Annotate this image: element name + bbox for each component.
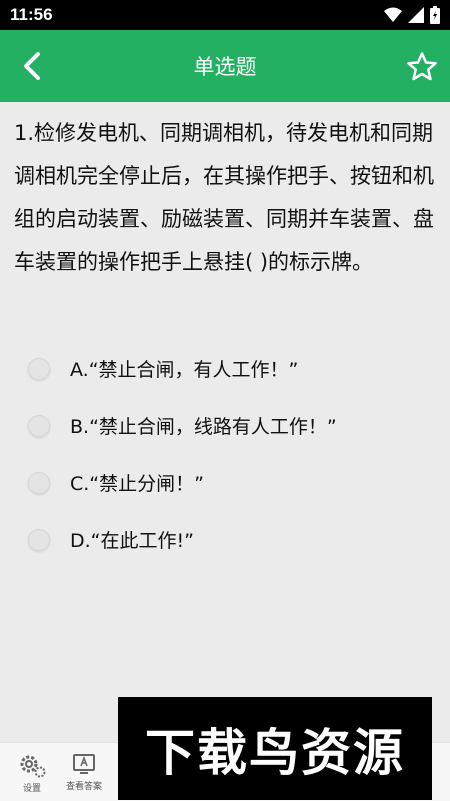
options-list: A.“禁止合闸，有人工作！” B.“禁止合闸，线路有人工作！” C.“禁止分闸！… [28,340,428,568]
back-button[interactable] [12,48,52,84]
view-answer-label: 查看答案 [65,782,102,792]
option-label: D.“在此工作!” [70,530,194,552]
option-label: C.“禁止分闸！” [70,473,204,495]
option-b[interactable]: B.“禁止合闸，线路有人工作！” [28,397,428,454]
settings-label: 设置 [22,784,41,794]
gear-icon [20,755,46,778]
option-label: A.“禁止合闸，有人工作！” [70,359,299,381]
radio-button[interactable] [28,528,50,551]
star-outline-icon [407,52,437,81]
battery-icon [430,6,440,24]
chevron-left-icon [24,52,40,80]
status-bar: 11:56 [0,0,450,30]
option-d[interactable]: D.“在此工作!” [28,511,428,568]
status-time: 11:56 [10,5,53,24]
option-c[interactable]: C.“禁止分闸！” [28,454,428,511]
status-icons [384,6,440,24]
app-bar: 单选题 [0,30,450,102]
monitor-icon [73,754,95,774]
page-title: 单选题 [193,55,257,79]
radio-button[interactable] [28,414,50,437]
radio-button[interactable] [28,357,50,380]
settings-button[interactable]: 设置 [10,753,54,794]
favorite-button[interactable] [402,47,442,87]
view-answer-button[interactable]: 查看答案 [62,753,106,792]
watermark-logo: 下载鸟资源 [118,697,432,800]
radio-button[interactable] [28,471,50,494]
option-label: B.“禁止合闸，线路有人工作！” [70,416,337,438]
signal-icon [408,7,424,23]
watermark-text: 下载鸟资源 [145,723,405,782]
question-text: 1.检修发电机、同期调相机，待发电机和同期调相机完全停止后，在其操作把手、按钮和… [14,121,434,274]
option-a[interactable]: A.“禁止合闸，有人工作！” [28,340,428,397]
wifi-icon [384,7,402,22]
